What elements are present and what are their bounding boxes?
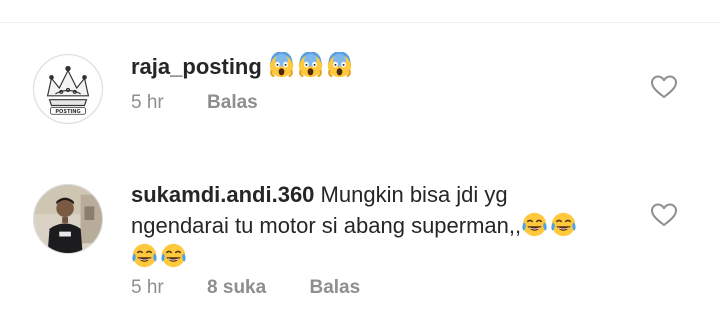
screaming-face-emoji	[269, 52, 294, 78]
reply-button[interactable]: Balas	[207, 92, 258, 114]
comment-meta: 5 hr 8 suka Balas	[131, 277, 398, 299]
comment-body-line2: ngendarai tu motor si abang superman,,	[131, 213, 522, 238]
comment-text: sukamdi.andi.360 Mungkin bisa jdi yg nge…	[131, 179, 631, 272]
comment-body-line1: Mungkin bisa jdi yg	[320, 182, 508, 207]
like-button[interactable]	[651, 203, 677, 227]
screaming-face-emoji	[298, 52, 323, 78]
screaming-face-emoji	[327, 52, 352, 78]
tears-of-joy-emoji	[551, 212, 576, 237]
like-button[interactable]	[651, 75, 677, 99]
reply-button[interactable]: Balas	[309, 277, 360, 299]
heart-icon	[651, 75, 677, 98]
comment-time: 5 hr	[131, 92, 164, 113]
tears-of-joy-emoji	[522, 212, 547, 237]
comment-text: raja_posting	[131, 51, 631, 82]
avatar[interactable]	[33, 184, 103, 254]
comment-username[interactable]: sukamdi.andi.360	[131, 182, 314, 207]
svg-text:POSTING: POSTING	[55, 109, 80, 115]
user-photo	[34, 185, 102, 253]
tears-of-joy-emoji	[132, 243, 157, 268]
likes-count[interactable]: 8 suka	[207, 277, 266, 299]
avatar[interactable]: POSTING	[33, 54, 103, 124]
emoji-group	[268, 52, 355, 79]
comment-username[interactable]: raja_posting	[131, 54, 262, 79]
comment-time: 5 hr	[131, 277, 164, 298]
comment-meta: 5 hr Balas	[131, 92, 296, 114]
crown-logo-icon: POSTING	[34, 55, 102, 123]
heart-icon	[651, 203, 677, 226]
top-divider	[0, 22, 720, 23]
emoji-group-line3	[131, 243, 189, 269]
tears-of-joy-emoji	[161, 243, 186, 268]
